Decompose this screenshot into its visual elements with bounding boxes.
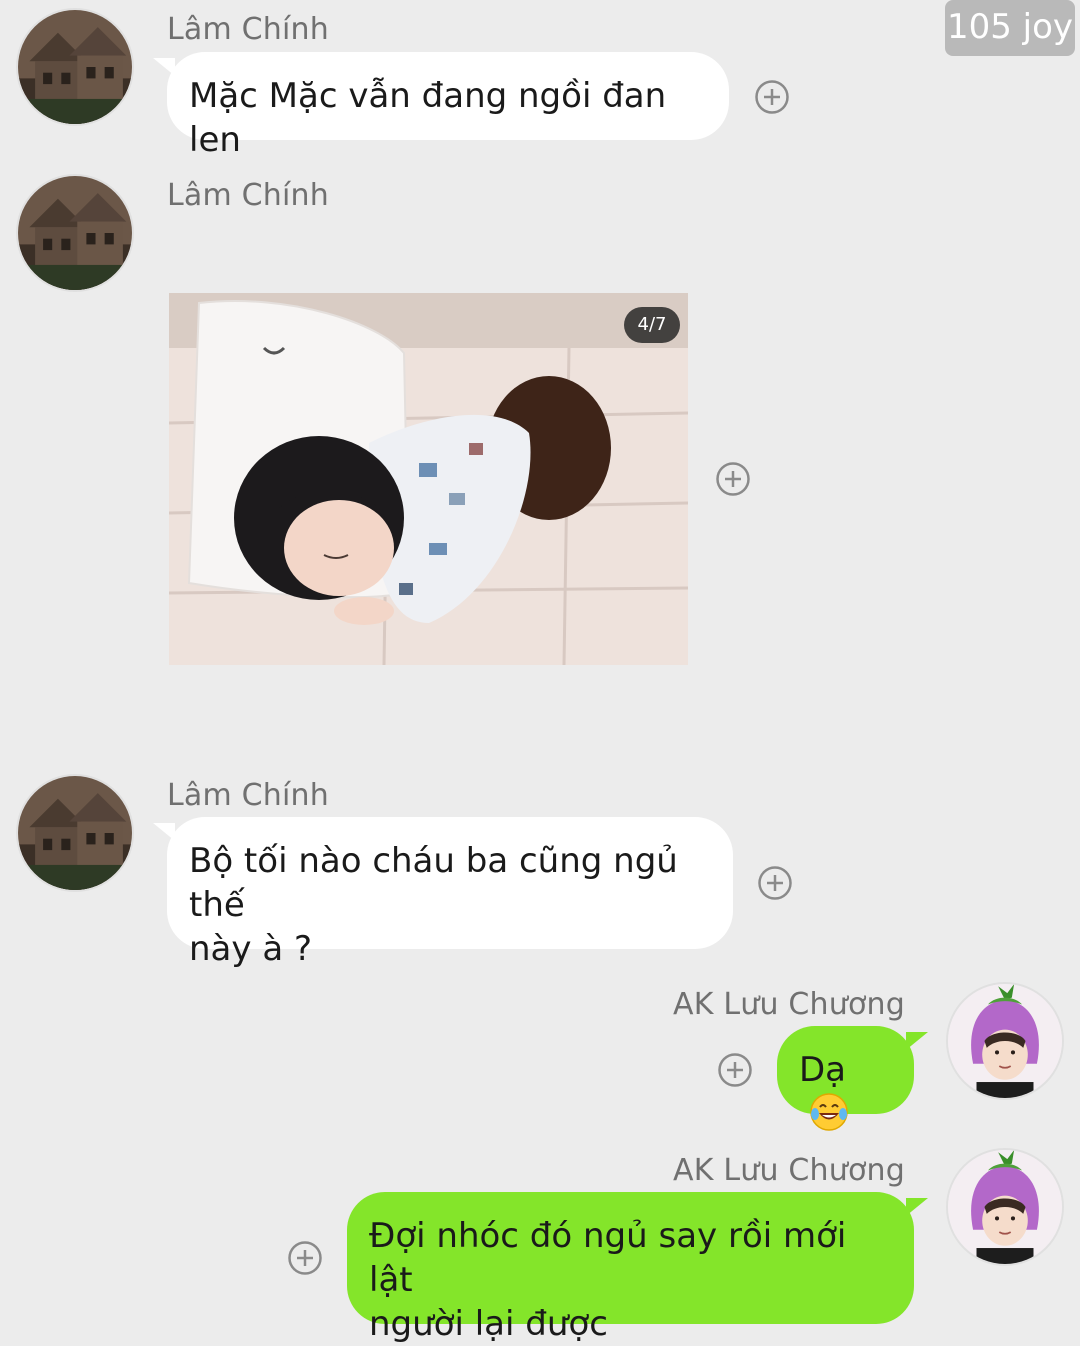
message-bubble[interactable]: Đợi nhóc đó ngủ say rồi mới lật người lạ… xyxy=(347,1192,928,1344)
plus-circle-icon xyxy=(716,462,750,496)
avatar-lam-chinh[interactable] xyxy=(16,174,134,292)
avatar-ak-luu-chuong[interactable] xyxy=(946,982,1064,1100)
sender-name: AK Lưu Chương xyxy=(673,1153,905,1188)
house-avatar xyxy=(18,776,132,890)
house-avatar xyxy=(18,10,132,124)
add-reaction-button[interactable] xyxy=(754,79,790,115)
sleeping-baby-photo xyxy=(169,293,688,665)
avatar-lam-chinh[interactable] xyxy=(16,8,134,126)
sender-name: Lâm Chính xyxy=(167,778,329,813)
message-bubble[interactable]: Dạ xyxy=(777,1026,928,1131)
message-text: Mặc Mặc vẫn đang ngồi đan len xyxy=(189,76,667,160)
message-text-line: Đợi nhóc đó ngủ say rồi mới lật xyxy=(369,1216,847,1300)
sender-name: AK Lưu Chương xyxy=(673,987,905,1022)
message-text-line: này à ? xyxy=(189,929,313,969)
plus-circle-icon xyxy=(755,80,789,114)
message-bubble[interactable]: Bộ tối nào cháu ba cũng ngủ thế này à ? xyxy=(153,817,733,969)
photo-message[interactable]: 4/7 xyxy=(169,293,688,665)
avatar-lam-chinh[interactable] xyxy=(16,774,134,892)
sender-name: Lâm Chính xyxy=(167,12,329,47)
photo-index-counter: 4/7 xyxy=(624,307,680,343)
plus-circle-icon xyxy=(288,1241,322,1275)
message-bubble[interactable]: Mặc Mặc vẫn đang ngồi đan len xyxy=(153,52,729,160)
add-reaction-button[interactable] xyxy=(717,1052,753,1088)
eggplant-hat-avatar xyxy=(948,984,1062,1098)
joy-counter-badge: 105 joy xyxy=(945,0,1075,56)
avatar-ak-luu-chuong[interactable] xyxy=(946,1148,1064,1266)
plus-circle-icon xyxy=(758,866,792,900)
add-reaction-button[interactable] xyxy=(757,865,793,901)
sender-name: Lâm Chính xyxy=(167,178,329,213)
eggplant-hat-avatar xyxy=(948,1150,1062,1264)
add-reaction-button[interactable] xyxy=(715,461,751,497)
plus-circle-icon xyxy=(718,1053,752,1087)
message-text-line: người lại được xyxy=(369,1304,608,1344)
house-avatar xyxy=(18,176,132,290)
laughing-tears-emoji-icon xyxy=(809,1092,849,1132)
add-reaction-button[interactable] xyxy=(287,1240,323,1276)
message-text: Dạ xyxy=(799,1050,847,1090)
message-text-line: Bộ tối nào cháu ba cũng ngủ thế xyxy=(189,841,678,925)
